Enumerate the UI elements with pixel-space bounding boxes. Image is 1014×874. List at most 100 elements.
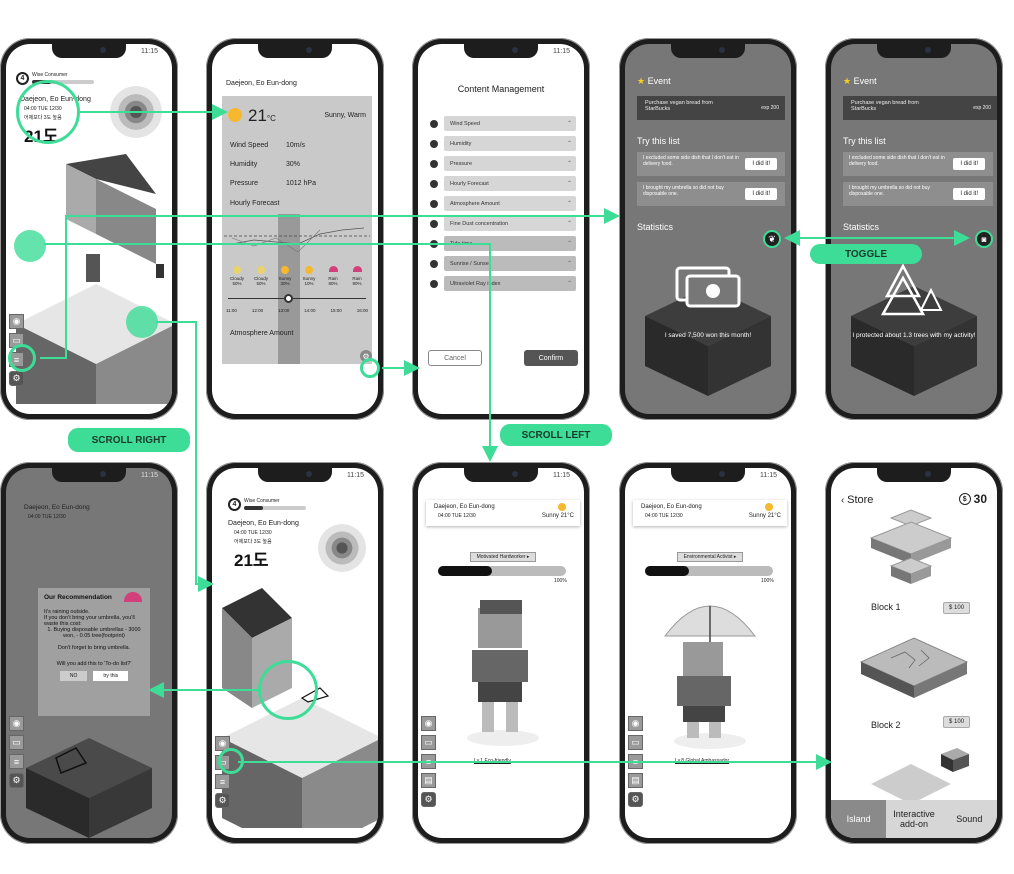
wardrobe-icon[interactable]: ▤ bbox=[421, 773, 436, 788]
back-button[interactable]: ‹ Store bbox=[841, 494, 873, 506]
content-item[interactable]: Fine Dust concentration bbox=[430, 216, 576, 231]
content-item[interactable]: Humidity bbox=[430, 136, 576, 151]
island-rain-graphic bbox=[26, 738, 152, 838]
home-screen-2: 11:15 4 Wise Consumer Daejeon, Eo Eun-do… bbox=[212, 468, 378, 838]
content-item[interactable]: Sunrise / Sunset bbox=[430, 256, 576, 271]
try-title: Try this list bbox=[637, 136, 680, 146]
money-icon[interactable]: ◙ bbox=[975, 230, 993, 248]
hourly-row: Cloudy 50% Cloudy 50% Sunny 30% Sunny 10% Ra… bbox=[226, 266, 368, 286]
gear-icon[interactable]: ⚙ bbox=[9, 371, 24, 386]
tab-interactive-add-on[interactable]: Interactive add-on bbox=[886, 800, 941, 838]
block-3-graphic[interactable] bbox=[831, 744, 997, 804]
wind-value: 10m/s bbox=[286, 142, 306, 149]
content-item[interactable]: Atmosphere Amount bbox=[430, 196, 576, 211]
stats-title: Statistics bbox=[843, 222, 880, 232]
stats-title: Statistics bbox=[637, 222, 674, 232]
location-card: Daejeon, Eo Eun-dong 04:00 TUE 12/30 Sun… bbox=[426, 500, 580, 526]
tree-island-graphic bbox=[851, 263, 977, 396]
list-icon[interactable]: ≡ bbox=[628, 754, 643, 769]
event-card[interactable]: Purchase vegan bread from StarBucks exp … bbox=[843, 96, 997, 120]
did-it-button[interactable]: I did it! bbox=[745, 158, 777, 170]
store-icon[interactable]: ▭ bbox=[628, 735, 643, 750]
highlight-side-icon bbox=[8, 344, 36, 372]
remove-icon[interactable] bbox=[430, 199, 438, 208]
title-badge[interactable]: Motivated Hardworker ▸ bbox=[470, 552, 536, 562]
content-list: Wind Speed Humidity Pressure Hourly Fore… bbox=[430, 116, 576, 296]
hour-slider[interactable] bbox=[228, 298, 366, 299]
list-icon[interactable]: ≡ bbox=[9, 754, 24, 769]
slider-knob[interactable] bbox=[284, 294, 293, 303]
status-time: 11:15 bbox=[553, 48, 570, 55]
status-time: 11:15 bbox=[347, 472, 364, 479]
hour-cell: Rain 90% bbox=[346, 266, 368, 286]
location-label: Daejeon, Eo Eun-dong bbox=[434, 504, 495, 510]
no-button[interactable]: NO bbox=[59, 671, 88, 681]
datetime-label: 04:00 TUE 12/30 bbox=[234, 530, 272, 536]
remove-icon[interactable] bbox=[430, 219, 438, 228]
gear-icon[interactable]: ⚙ bbox=[9, 773, 24, 788]
gear-icon[interactable]: ⚙ bbox=[421, 792, 436, 807]
star-icon: ★ bbox=[843, 76, 854, 86]
wind-label: Wind Speed bbox=[230, 142, 269, 149]
content-item[interactable]: Ultraviolet Ray index bbox=[430, 276, 576, 291]
gear-icon[interactable]: ⚙ bbox=[215, 793, 230, 808]
content-item[interactable]: Hourly Forecast bbox=[430, 176, 576, 191]
gear-icon[interactable]: ⚙ bbox=[628, 792, 643, 807]
block-2-graphic[interactable] bbox=[831, 632, 997, 712]
datetime-label: 04:00 TUE 12/30 bbox=[645, 513, 683, 519]
tab-island[interactable]: Island bbox=[831, 800, 887, 838]
remove-icon[interactable] bbox=[430, 119, 438, 128]
add-icon[interactable] bbox=[430, 279, 438, 288]
wardrobe-icon[interactable]: ▤ bbox=[628, 773, 643, 788]
weather-screen: Daejeon, Eo Eun-dong 21°C Sunny, Warm Wi… bbox=[212, 44, 378, 414]
hour-labels: 11:00 12:00 13:00 14:00 15:00 16:00 bbox=[226, 308, 368, 313]
task-card: I excluded some side dish that I don't e… bbox=[843, 152, 993, 176]
stat-text: I protected about 1.3 trees with my acti… bbox=[852, 332, 976, 339]
add-icon[interactable] bbox=[430, 239, 438, 248]
confirm-button[interactable]: Confirm bbox=[524, 350, 578, 366]
humidity-value: 30% bbox=[286, 161, 301, 168]
leaf-icon[interactable]: ❦ bbox=[763, 230, 781, 248]
star-icon: ★ bbox=[637, 76, 648, 86]
level-badge: 4 bbox=[228, 498, 241, 511]
remove-icon[interactable] bbox=[430, 179, 438, 188]
weather-summary: Sunny, Warm bbox=[324, 112, 366, 119]
did-it-button[interactable]: I did it! bbox=[953, 188, 985, 200]
side-menu: ◉ ▭ ≡ ▤ ⚙ bbox=[421, 716, 436, 807]
block-1-graphic[interactable] bbox=[831, 508, 997, 598]
list-icon[interactable]: ≡ bbox=[215, 774, 230, 789]
highlight-dot-left bbox=[14, 230, 46, 262]
content-item[interactable]: Tide time bbox=[430, 236, 576, 251]
camera-icon[interactable]: ◉ bbox=[9, 314, 24, 329]
camera-icon[interactable]: ◉ bbox=[9, 716, 24, 731]
block-1-price[interactable]: $ 100 bbox=[943, 602, 971, 614]
did-it-button[interactable]: I did it! bbox=[745, 188, 777, 200]
block-2-price[interactable]: $ 100 bbox=[943, 716, 971, 728]
did-it-button[interactable]: I did it! bbox=[953, 158, 985, 170]
datetime-label: 04:00 TUE 12/30 bbox=[28, 514, 66, 520]
hour-cell: Cloudy 50% bbox=[250, 266, 272, 286]
camera-icon[interactable]: ◉ bbox=[421, 716, 436, 731]
title-badge[interactable]: Environmental Activist ▸ bbox=[677, 552, 743, 562]
character-graphic bbox=[467, 600, 539, 746]
character-screen-b: 11:15 Daejeon, Eo Eun-dong 04:00 TUE 12/… bbox=[625, 468, 791, 838]
temp-value: 21°C bbox=[248, 106, 276, 125]
pressure-value: 1012 hPa bbox=[286, 180, 316, 187]
cancel-button[interactable]: Cancel bbox=[428, 350, 482, 366]
store-icon[interactable]: ▭ bbox=[9, 735, 24, 750]
remove-icon[interactable] bbox=[430, 159, 438, 168]
content-item[interactable]: Pressure bbox=[430, 156, 576, 171]
status-time: 11:15 bbox=[141, 48, 158, 55]
store-icon[interactable]: ▭ bbox=[421, 735, 436, 750]
try-this-button[interactable]: try this bbox=[93, 671, 129, 681]
side-menu: ◉ ▭ ≡ ⚙ bbox=[9, 716, 24, 788]
remove-icon[interactable] bbox=[430, 139, 438, 148]
list-icon[interactable]: ≡ bbox=[421, 754, 436, 769]
camera-icon[interactable]: ◉ bbox=[628, 716, 643, 731]
tab-sound[interactable]: Sound bbox=[942, 800, 997, 838]
event-card[interactable]: Purchase vegan bread from StarBucks exp … bbox=[637, 96, 785, 120]
add-icon[interactable] bbox=[430, 259, 438, 268]
content-item[interactable]: Wind Speed bbox=[430, 116, 576, 131]
hour-cell: Cloudy 50% bbox=[226, 266, 248, 286]
phone-character-a: 11:15 Daejeon, Eo Eun-dong 04:00 TUE 12/… bbox=[412, 462, 590, 844]
